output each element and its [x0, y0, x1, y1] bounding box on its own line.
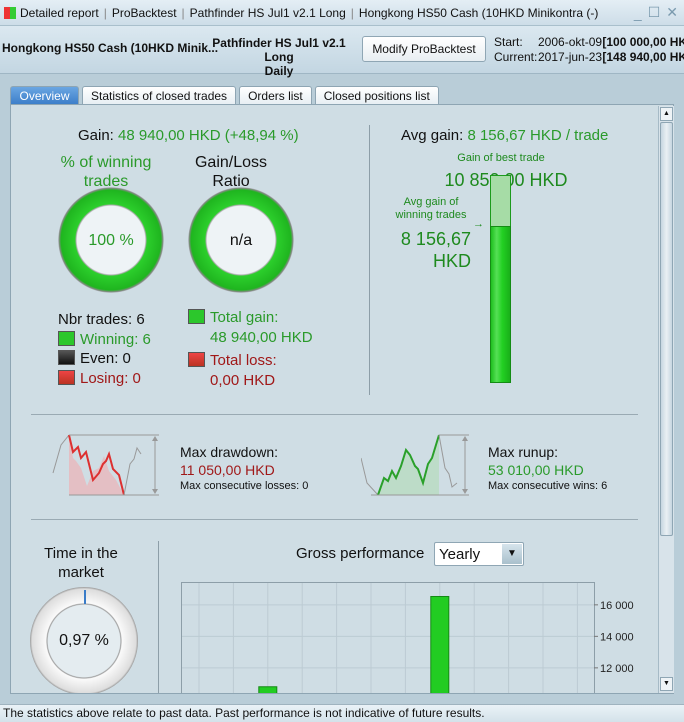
- losing-swatch-icon: [58, 369, 75, 385]
- title-part: ProBacktest: [111, 5, 177, 20]
- title-part: Detailed report: [20, 5, 99, 20]
- modify-probacktest-button[interactable]: Modify ProBacktest: [362, 36, 486, 62]
- y-tick-label: 12 000: [600, 663, 634, 675]
- plot-area: [181, 582, 595, 693]
- avg-win-label: Avg gain of winning trades: [395, 196, 467, 221]
- instrument-name: Hongkong HS50 Cash (10HKD Minik...: [2, 41, 219, 55]
- runup-sparkline: [361, 434, 469, 496]
- divider: [31, 414, 638, 415]
- winning-pct: 100 %: [88, 232, 134, 249]
- scroll-down-icon[interactable]: ▼: [660, 677, 673, 691]
- report-header: Hongkong HS50 Cash (10HKD Minik... Pathf…: [0, 26, 684, 78]
- status-bar: The statistics above relate to past data…: [0, 704, 684, 722]
- ratio-title: Gain/Loss Ratio: [194, 154, 268, 190]
- y-tick-label: 16 000: [600, 600, 634, 612]
- winning-swatch-icon: [58, 330, 75, 346]
- gain-summary: Gain: 48 940,00 HKD (+48,94 %): [78, 127, 299, 144]
- gross-performance-title: Gross performance: [296, 545, 425, 562]
- scroll-up-icon[interactable]: ▲: [660, 107, 673, 121]
- strategy-info: Pathfinder HS Jul1 v2.1 Long Daily: [212, 36, 346, 78]
- date-range: Start:2006-okt-09 [100 000,00 HKD] Curre…: [494, 35, 684, 64]
- gain-loss-totals: Total gain: 48 940,00 HKD Total loss: 0,…: [188, 308, 313, 390]
- drawdown-sparkline: [52, 434, 159, 496]
- title-part: Hongkong HS50 Cash (10HKD Minikontra (-): [358, 5, 599, 20]
- runup-info: Max runup: 53 010,00 HKD Max consecutive w…: [488, 444, 608, 492]
- total-gain-swatch-icon: [188, 309, 205, 324]
- scrollbar-thumb[interactable]: [660, 122, 673, 536]
- period-select[interactable]: Yearly ▼: [434, 542, 524, 566]
- tab-overview[interactable]: Overview: [10, 86, 79, 105]
- divider: [31, 519, 638, 520]
- avg-win-value: 8 156,67 HKD: [400, 229, 471, 271]
- even-swatch-icon: [58, 350, 75, 365]
- best-trade-bar: [490, 175, 511, 227]
- title-bar: Detailed report | ProBacktest | Pathfinder…: [0, 0, 684, 26]
- minimize-icon[interactable]: _: [634, 5, 642, 21]
- overview-panel: Gain: 48 940,00 HKD (+48,94 %) % of winn…: [10, 104, 674, 694]
- best-trade-label: Gain of best trade: [457, 152, 545, 164]
- tab-closed-positions[interactable]: Closed positions list: [314, 86, 439, 105]
- tab-orders[interactable]: Orders list: [239, 86, 312, 105]
- chevron-down-icon[interactable]: ▼: [502, 544, 522, 564]
- drawdown-info: Max drawdown: 11 050,00 HKD Max consecutiv…: [180, 444, 309, 492]
- time-in-market-title: Time in the market: [44, 545, 118, 581]
- app-icon: [4, 6, 16, 19]
- maximize-icon[interactable]: ☐: [648, 4, 661, 21]
- arrow-right-icon: →: [473, 218, 484, 230]
- gross-performance-chart: 10 00012 00014 00016 000: [181, 582, 634, 693]
- vertical-scrollbar[interactable]: ▲ ▼: [658, 106, 674, 693]
- title-part: Pathfinder HS Jul1 v2.1 Long: [189, 5, 346, 20]
- divider: [369, 125, 370, 395]
- tab-statistics[interactable]: Statistics of closed trades: [82, 86, 237, 105]
- tab-bar: Overview Statistics of closed trades Ord…: [10, 86, 442, 105]
- ratio-value: n/a: [229, 232, 253, 249]
- winning-title: % of winning trades: [60, 154, 152, 190]
- divider: [158, 541, 159, 693]
- time-in-market-indicator: [84, 590, 86, 604]
- avg-gain: Avg gain: 8 156,67 HKD / trade: [401, 127, 609, 144]
- bar: [430, 595, 450, 693]
- time-in-market-value: 0,97 %: [59, 632, 109, 649]
- bar: [258, 686, 278, 693]
- y-tick-label: 14 000: [600, 631, 634, 643]
- close-icon[interactable]: ✕: [666, 4, 678, 21]
- total-loss-swatch-icon: [188, 352, 205, 367]
- trade-counts: Nbr trades: 6 Winning: 6 Even: 0 Losing:…: [58, 311, 151, 387]
- avg-gain-bar: [490, 226, 511, 383]
